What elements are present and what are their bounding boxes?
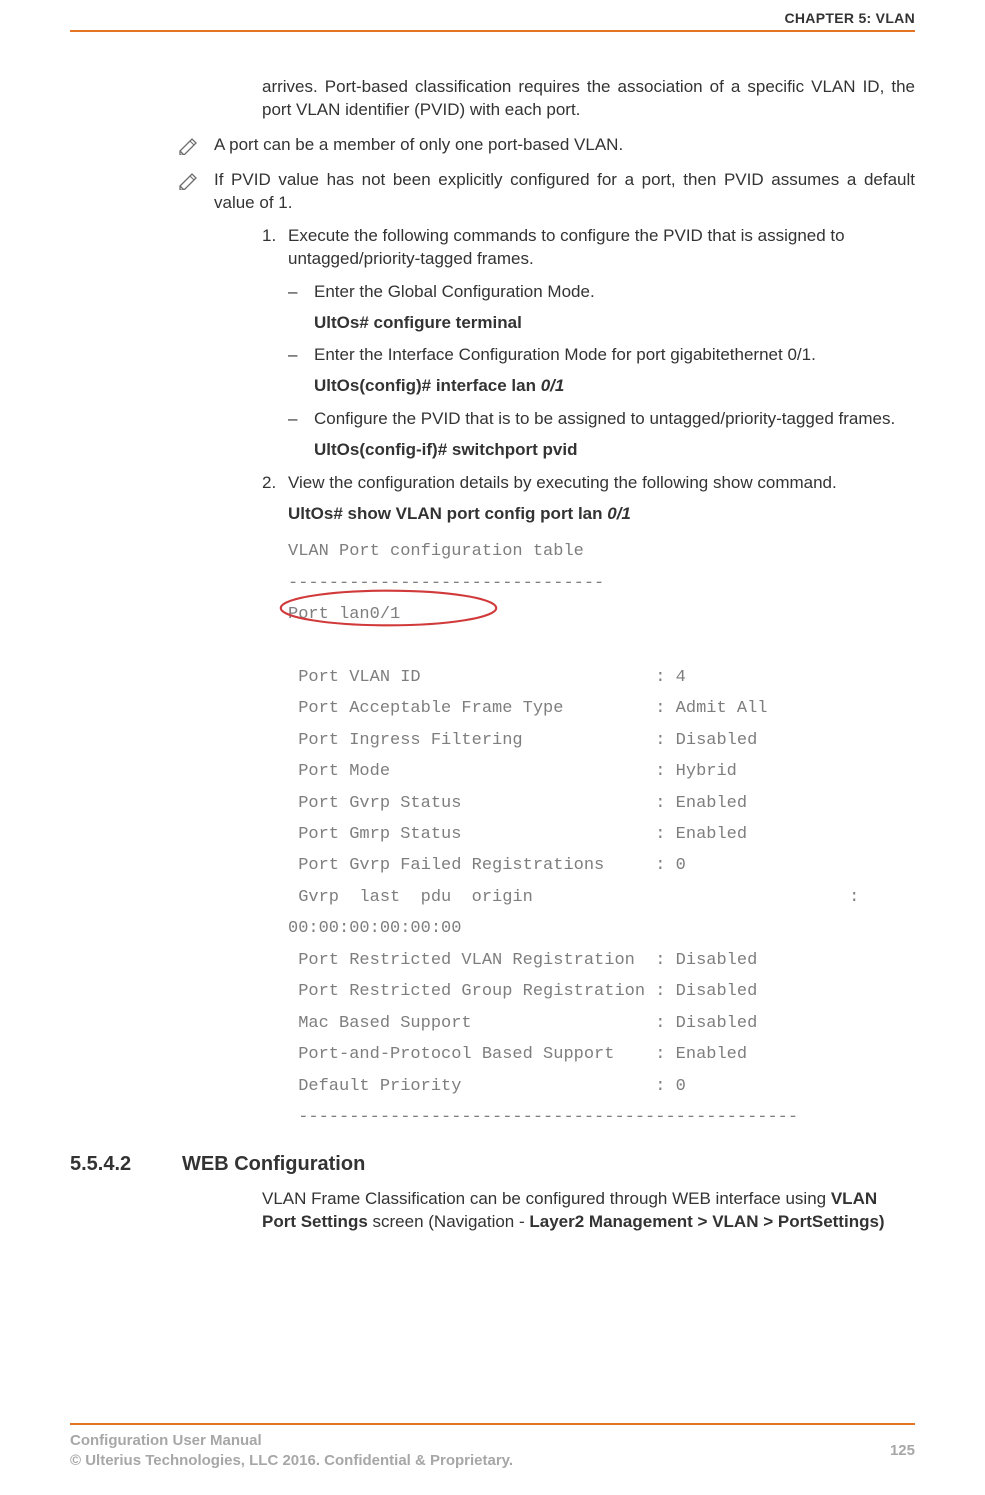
- substep-2-text: Enter the Interface Configuration Mode f…: [314, 344, 915, 367]
- footer-copyright: © Ulterius Technologies, LLC 2016. Confi…: [70, 1451, 513, 1471]
- terminal-rule-bottom: ----------------------------------------…: [288, 1108, 798, 1127]
- substep-1-text: Enter the Global Configuration Mode.: [314, 281, 915, 304]
- terminal-row: Mac Based Support : Disabled: [288, 1014, 757, 1033]
- command-2-prefix: UltOs(config)# interface lan: [314, 376, 541, 395]
- page-footer: Configuration User Manual © Ulterius Tec…: [70, 1423, 915, 1472]
- content-area: arrives. Port-based classification requi…: [70, 48, 915, 1234]
- terminal-row: Port Gvrp Status : Enabled: [288, 794, 747, 813]
- step-1: 1. Execute the following commands to con…: [262, 225, 915, 271]
- substep-3: – Configure the PVID that is to be assig…: [288, 408, 915, 431]
- terminal-row: Gvrp last pdu origin : 00:00:00:00:00:00: [288, 888, 859, 938]
- web-bold-2: Layer2 Management > VLAN > PortSettings): [529, 1212, 884, 1231]
- command-3: UltOs(config-if)# switchport pvid: [314, 439, 915, 462]
- note-1: A port can be a member of only one port-…: [178, 134, 915, 157]
- terminal-row: Port Mode : Hybrid: [288, 762, 737, 781]
- terminal-row: Port-and-Protocol Based Support : Enable…: [288, 1045, 747, 1064]
- step-2-number: 2.: [262, 472, 288, 495]
- web-text-2: screen (Navigation -: [368, 1212, 530, 1231]
- substep-2: – Enter the Interface Configuration Mode…: [288, 344, 915, 367]
- dash-bullet: –: [288, 408, 314, 431]
- command-1: UltOs# configure terminal: [314, 312, 915, 335]
- note-2-text: If PVID value has not been explicitly co…: [214, 169, 915, 215]
- show-command: UltOs# show VLAN port config port lan 0/…: [288, 503, 915, 526]
- note-1-text: A port can be a member of only one port-…: [214, 134, 915, 157]
- terminal-row: Port Acceptable Frame Type : Admit All: [288, 699, 767, 718]
- terminal-row: Port VLAN ID : 4: [288, 668, 686, 687]
- highlighted-port-line: Port lan0/1: [288, 599, 400, 630]
- chapter-label: CHAPTER 5: VLAN: [784, 10, 915, 26]
- terminal-rule: -------------------------------: [288, 574, 604, 593]
- section-number: 5.5.4.2: [70, 1151, 182, 1178]
- terminal-output: VLAN Port configuration table ----------…: [288, 536, 915, 1133]
- terminal-row: Port Restricted VLAN Registration : Disa…: [288, 951, 757, 970]
- substep-1: – Enter the Global Configuration Mode.: [288, 281, 915, 304]
- command-2-arg: 0/1: [541, 376, 565, 395]
- section-header: 5.5.4.2 WEB Configuration: [70, 1151, 915, 1178]
- show-command-prefix: UltOs# show VLAN port config port lan: [288, 504, 607, 523]
- terminal-row: Port Ingress Filtering : Disabled: [288, 731, 757, 750]
- terminal-title: VLAN Port configuration table: [288, 542, 584, 561]
- web-config-paragraph: VLAN Frame Classification can be configu…: [262, 1188, 915, 1234]
- pencil-icon: [178, 137, 202, 155]
- footer-row: Configuration User Manual © Ulterius Tec…: [70, 1431, 915, 1472]
- step-2: 2. View the configuration details by exe…: [262, 472, 915, 495]
- terminal-row: Default Priority : 0: [288, 1077, 686, 1096]
- dash-bullet: –: [288, 281, 314, 304]
- intro-continuation: arrives. Port-based classification requi…: [262, 76, 915, 122]
- footer-page-number: 125: [890, 1442, 915, 1459]
- page-header: CHAPTER 5: VLAN: [70, 0, 915, 48]
- substep-3-text: Configure the PVID that is to be assigne…: [314, 408, 915, 431]
- terminal-row: Port Restricted Group Registration : Dis…: [288, 982, 757, 1001]
- web-text-1: VLAN Frame Classification can be configu…: [262, 1189, 831, 1208]
- pencil-icon: [178, 172, 202, 190]
- header-rule: [70, 30, 915, 32]
- step-1-text: Execute the following commands to config…: [288, 225, 915, 271]
- command-2: UltOs(config)# interface lan 0/1: [314, 375, 915, 398]
- page: CHAPTER 5: VLAN arrives. Port-based clas…: [0, 0, 985, 1495]
- footer-rule: [70, 1423, 915, 1425]
- section-title: WEB Configuration: [182, 1151, 365, 1178]
- terminal-row: Port Gvrp Failed Registrations : 0: [288, 856, 686, 875]
- dash-bullet: –: [288, 344, 314, 367]
- terminal-row: Port Gmrp Status : Enabled: [288, 825, 747, 844]
- note-2: If PVID value has not been explicitly co…: [178, 169, 915, 215]
- terminal-port-line: Port lan0/1: [288, 605, 400, 624]
- footer-left: Configuration User Manual © Ulterius Tec…: [70, 1431, 513, 1472]
- step-1-number: 1.: [262, 225, 288, 248]
- footer-title: Configuration User Manual: [70, 1431, 513, 1451]
- show-command-arg: 0/1: [607, 504, 631, 523]
- step-2-text: View the configuration details by execut…: [288, 472, 915, 495]
